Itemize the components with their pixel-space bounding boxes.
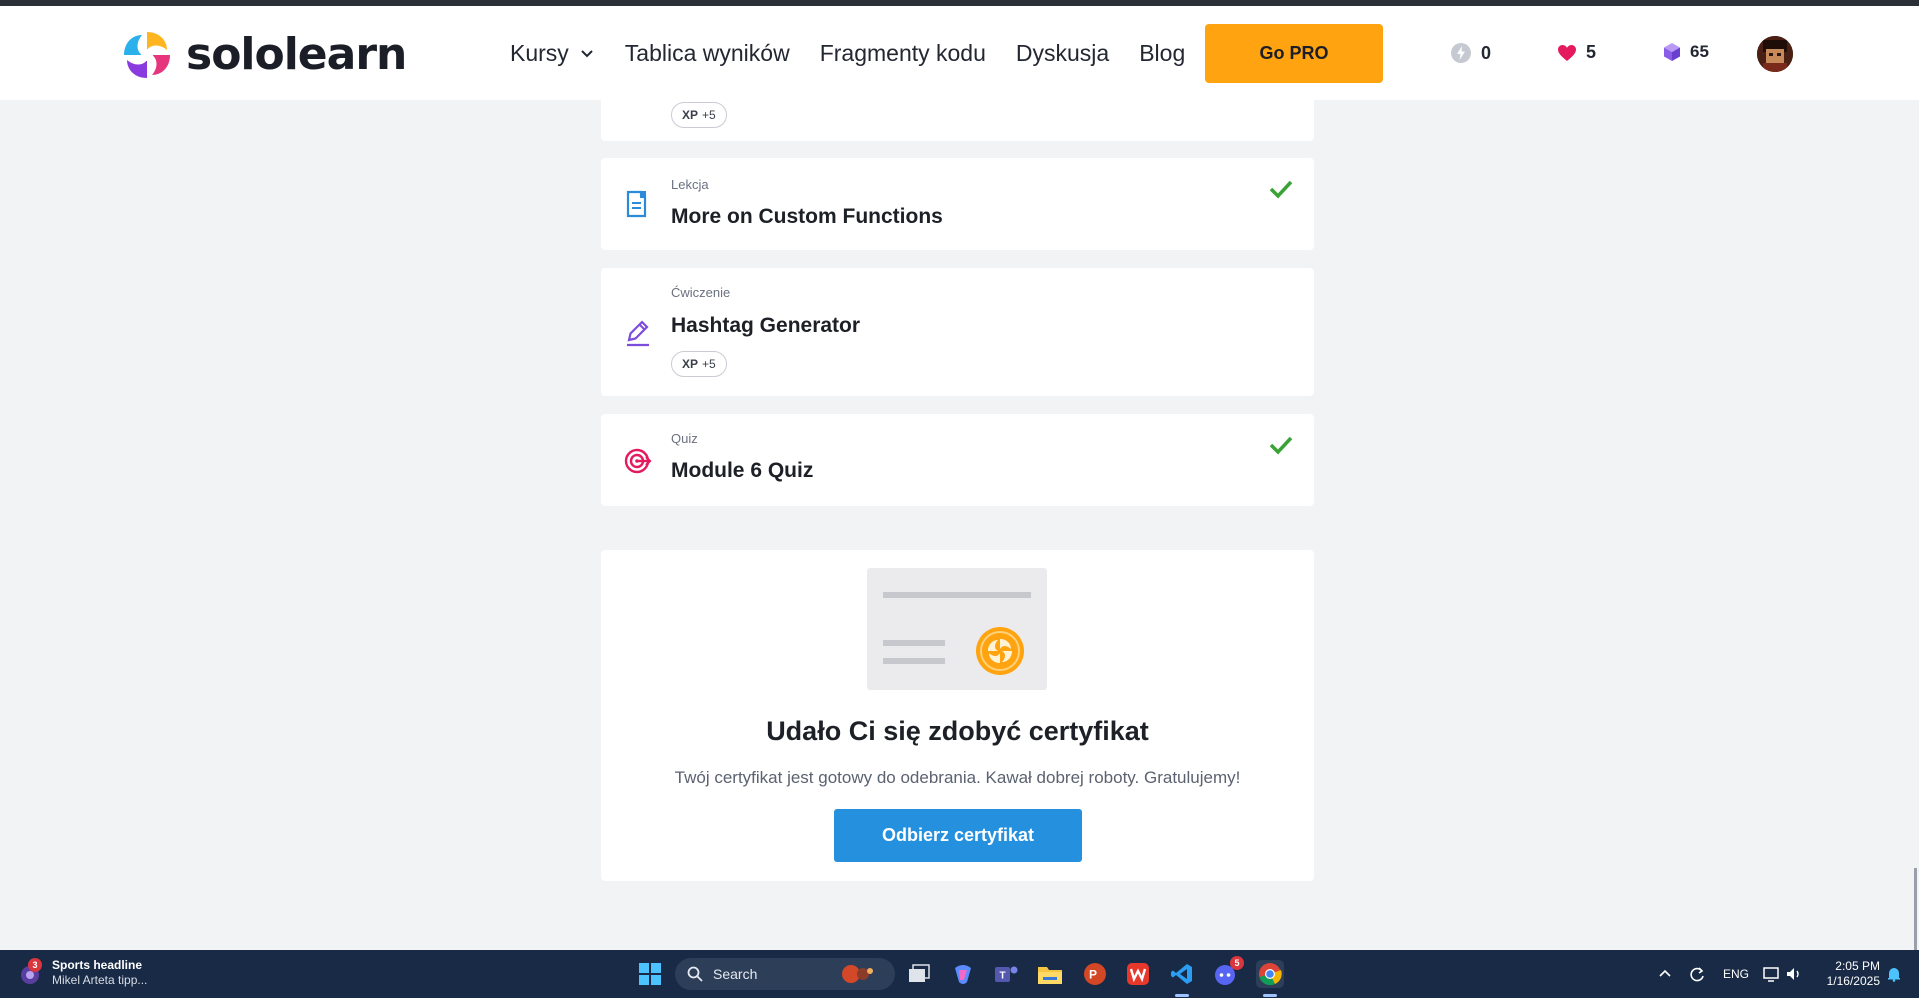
search-placeholder: Search [713, 966, 758, 982]
clock-time: 2:05 PM [1835, 959, 1880, 973]
xp-label: XP [682, 357, 699, 371]
certificate-title: Udało Ci się zdobyć certyfikat [766, 716, 1149, 746]
avatar-image [1757, 36, 1793, 72]
svg-text:T: T [999, 971, 1005, 982]
certificate-illustration [867, 568, 1047, 690]
network-tray [1763, 950, 1781, 998]
streak-value: 0 [1481, 42, 1492, 63]
item-type: Ćwiczenie [671, 285, 731, 300]
teams-icon[interactable]: T [992, 960, 1020, 988]
hearts-value: 5 [1586, 42, 1597, 62]
vscode-icon[interactable] [1168, 960, 1196, 988]
nav-courses-label: Kursy [510, 40, 569, 66]
volume-tray [1785, 950, 1803, 998]
list-item[interactable]: Quiz Module 6 Quiz [601, 414, 1314, 506]
discord-badge: 5 [1230, 956, 1244, 970]
bell-icon[interactable] [1886, 966, 1902, 982]
chrome-icon[interactable] [1256, 960, 1284, 988]
item-title: Module 6 Quiz [671, 459, 814, 482]
xp-value: +5 [702, 108, 716, 122]
sololearn-logo-icon [124, 32, 170, 78]
nav-blog[interactable]: Blog [1139, 36, 1185, 70]
lightning-icon [1451, 43, 1471, 63]
certificate-icon [883, 592, 1031, 675]
active-app-indicator [1263, 994, 1277, 997]
chevron-down-icon [581, 50, 593, 58]
xp-label: XP [682, 108, 699, 122]
gems-counter[interactable]: 65 [1663, 42, 1709, 62]
logo-text: sololearn [186, 29, 407, 80]
nav-discussion[interactable]: Dyskusja [1016, 36, 1109, 70]
discord-icon[interactable]: 5 [1212, 956, 1244, 988]
list-item[interactable]: Ćwiczenie Hashtag Generator XP +5 [601, 268, 1314, 396]
chevron-up-icon[interactable] [1658, 967, 1672, 981]
news-subtitle: Mikel Arteta tipp... [52, 973, 148, 987]
nav-code-snippets[interactable]: Fragmenty kodu [820, 36, 986, 70]
user-avatar[interactable] [1757, 36, 1793, 72]
powerpoint-icon[interactable]: P [1081, 960, 1109, 988]
hearts-counter[interactable]: 5 [1557, 42, 1596, 63]
news-title: Sports headline [52, 958, 143, 972]
notifications-tray [1886, 950, 1902, 998]
nav-courses[interactable]: Kursy [510, 36, 595, 70]
site-header: sololearn Kursy Tablica wyników Fragment… [0, 6, 1919, 100]
item-type: Lekcja [671, 177, 709, 192]
sololearn-logo[interactable]: sololearn [120, 28, 407, 82]
news-text: Sports headline Mikel Arteta tipp... [52, 958, 147, 988]
claim-certificate-button[interactable]: Odbierz certyfikat [834, 809, 1082, 862]
search-highlight-icon [842, 965, 873, 983]
nav-leaderboard[interactable]: Tablica wyników [625, 36, 790, 70]
news-widget-icon: 3 [18, 958, 44, 986]
system-tray [1658, 950, 1672, 998]
streak-counter[interactable]: 0 [1450, 42, 1491, 64]
file-explorer-icon[interactable] [1036, 960, 1064, 988]
item-type: Quiz [671, 431, 698, 446]
go-pro-button[interactable]: Go PRO [1205, 24, 1383, 83]
svg-text:P: P [1089, 968, 1097, 982]
checkmark-icon [1269, 436, 1293, 455]
news-badge: 3 [28, 958, 42, 972]
windows-taskbar: 3 Sports headline Mikel Arteta tipp... S… [0, 950, 1919, 998]
gems-value: 65 [1690, 42, 1709, 61]
windows-start-icon[interactable] [638, 962, 662, 986]
item-title: Hashtag Generator [671, 314, 861, 337]
sync-icon[interactable] [1688, 965, 1706, 983]
task-view-icon[interactable] [905, 960, 933, 988]
lesson-icon [626, 190, 647, 218]
active-app-indicator [1175, 994, 1189, 997]
item-title: More on Custom Functions [671, 205, 943, 228]
display-network-icon[interactable] [1763, 966, 1781, 982]
sync-tray [1688, 950, 1706, 998]
list-item[interactable]: XP +5 [601, 100, 1314, 141]
clock-date: 1/16/2025 [1826, 974, 1880, 988]
pencil-icon [627, 320, 649, 347]
certificate-card: Udało Ci się zdobyć certyfikat Twój cert… [601, 550, 1314, 881]
language-indicator[interactable]: ENG [1723, 950, 1749, 998]
xp-value: +5 [702, 357, 716, 371]
copilot-icon[interactable] [949, 960, 977, 988]
target-icon [624, 448, 652, 474]
scrollbar-thumb[interactable] [1914, 868, 1917, 950]
main-nav: Kursy Tablica wyników Fragmenty kodu Dys… [510, 36, 1215, 70]
xp-badge: XP +5 [671, 102, 727, 128]
search-icon [687, 966, 703, 982]
xp-badge: XP +5 [671, 351, 727, 377]
volume-icon[interactable] [1785, 966, 1803, 982]
news-widget[interactable]: 3 Sports headline Mikel Arteta tipp... [18, 958, 147, 988]
checkmark-icon [1269, 180, 1293, 199]
heart-icon [1558, 44, 1576, 61]
wps-office-icon[interactable] [1124, 960, 1152, 988]
taskbar-search[interactable]: Search [675, 958, 895, 990]
list-item[interactable]: Lekcja More on Custom Functions [601, 158, 1314, 250]
system-clock[interactable]: 2:05 PM 1/16/2025 [1812, 959, 1880, 989]
certificate-subtitle: Twój certyfikat jest gotowy do odebrania… [674, 768, 1241, 787]
gem-cube-icon [1664, 43, 1680, 61]
